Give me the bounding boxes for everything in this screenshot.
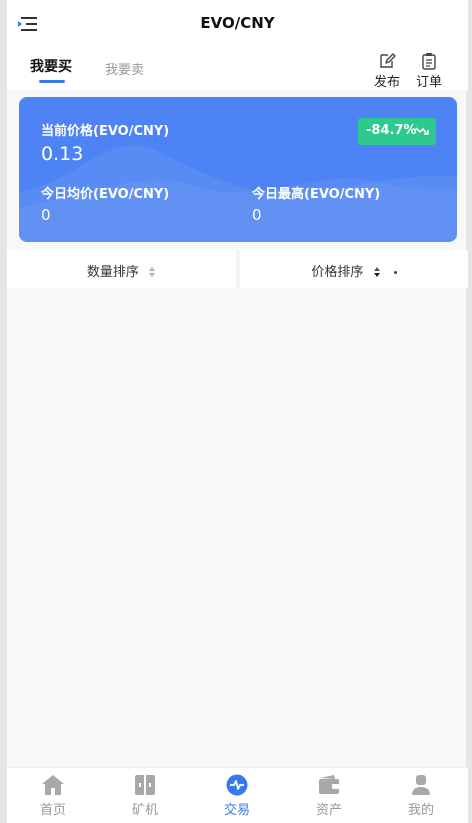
sort-by-price[interactable]: 价格排序: [240, 250, 468, 288]
sort-by-quantity[interactable]: 数量排序: [7, 250, 236, 288]
trade-tabs-bar: 我要买 我要卖 发布 订单: [7, 46, 468, 90]
publish-button[interactable]: 发布: [369, 52, 405, 90]
tabbar-item-home[interactable]: 首页: [18, 774, 88, 818]
tab-active-indicator: [39, 80, 65, 83]
wallet-icon: [319, 775, 339, 794]
orders-label: 订单: [415, 75, 442, 90]
trade-icon: [226, 774, 248, 796]
tabbar-label-home: 首页: [39, 803, 66, 818]
tabbar-item-trade[interactable]: 交易: [202, 774, 272, 818]
high-price-label: 今日最高(EVO/CNY): [252, 187, 381, 202]
tabbar-item-assets[interactable]: 资产: [294, 774, 364, 818]
edit-icon: [380, 53, 396, 68]
high-price-value: 0: [252, 206, 262, 224]
app-frame: EVO/CNY 我要买 我要卖 发布 订单 当前价格(EVO/CNY) 0.13…: [6, 0, 468, 823]
tabbar-item-miner[interactable]: 矿机: [110, 774, 180, 818]
tabbar-label-mine: 我的: [407, 803, 434, 818]
publish-label: 发布: [373, 75, 400, 90]
dot-icon: [393, 271, 397, 274]
tab-buy[interactable]: 我要买: [30, 56, 72, 76]
change-badge-text: -84.7%: [366, 123, 417, 138]
sort-price-label: 价格排序: [311, 265, 364, 280]
sort-bar: 数量排序 价格排序: [7, 250, 468, 288]
avg-price-value: 0: [41, 206, 51, 224]
trend-down-icon: [415, 127, 429, 135]
tab-sell[interactable]: 我要卖: [105, 59, 144, 78]
page-title: EVO/CNY: [200, 14, 275, 32]
price-card: 当前价格(EVO/CNY) 0.13 -84.7% 今日均价(EVO/CNY) …: [19, 97, 457, 242]
tabbar-item-mine[interactable]: 我的: [386, 774, 456, 818]
change-badge: -84.7%: [358, 118, 436, 145]
sort-arrows-icon: [149, 266, 156, 279]
top-bar: EVO/CNY: [7, 0, 468, 46]
orders-button[interactable]: 订单: [411, 52, 447, 90]
sort-quantity-label: 数量排序: [86, 265, 139, 280]
home-icon: [42, 775, 64, 795]
current-price-label: 当前价格(EVO/CNY): [41, 124, 170, 139]
miner-icon: [135, 775, 155, 795]
tabbar-label-assets: 资产: [315, 803, 342, 818]
user-icon: [412, 775, 430, 795]
sort-arrows-icon: [373, 266, 381, 279]
clipboard-icon: [422, 53, 436, 70]
current-price-value: 0.13: [41, 143, 84, 165]
tabbar-label-trade: 交易: [223, 803, 250, 818]
bottom-tab-bar: 首页 矿机 交易 资产 我的: [7, 767, 468, 823]
tabbar-label-miner: 矿机: [131, 803, 158, 818]
avg-price-label: 今日均价(EVO/CNY): [41, 187, 170, 202]
